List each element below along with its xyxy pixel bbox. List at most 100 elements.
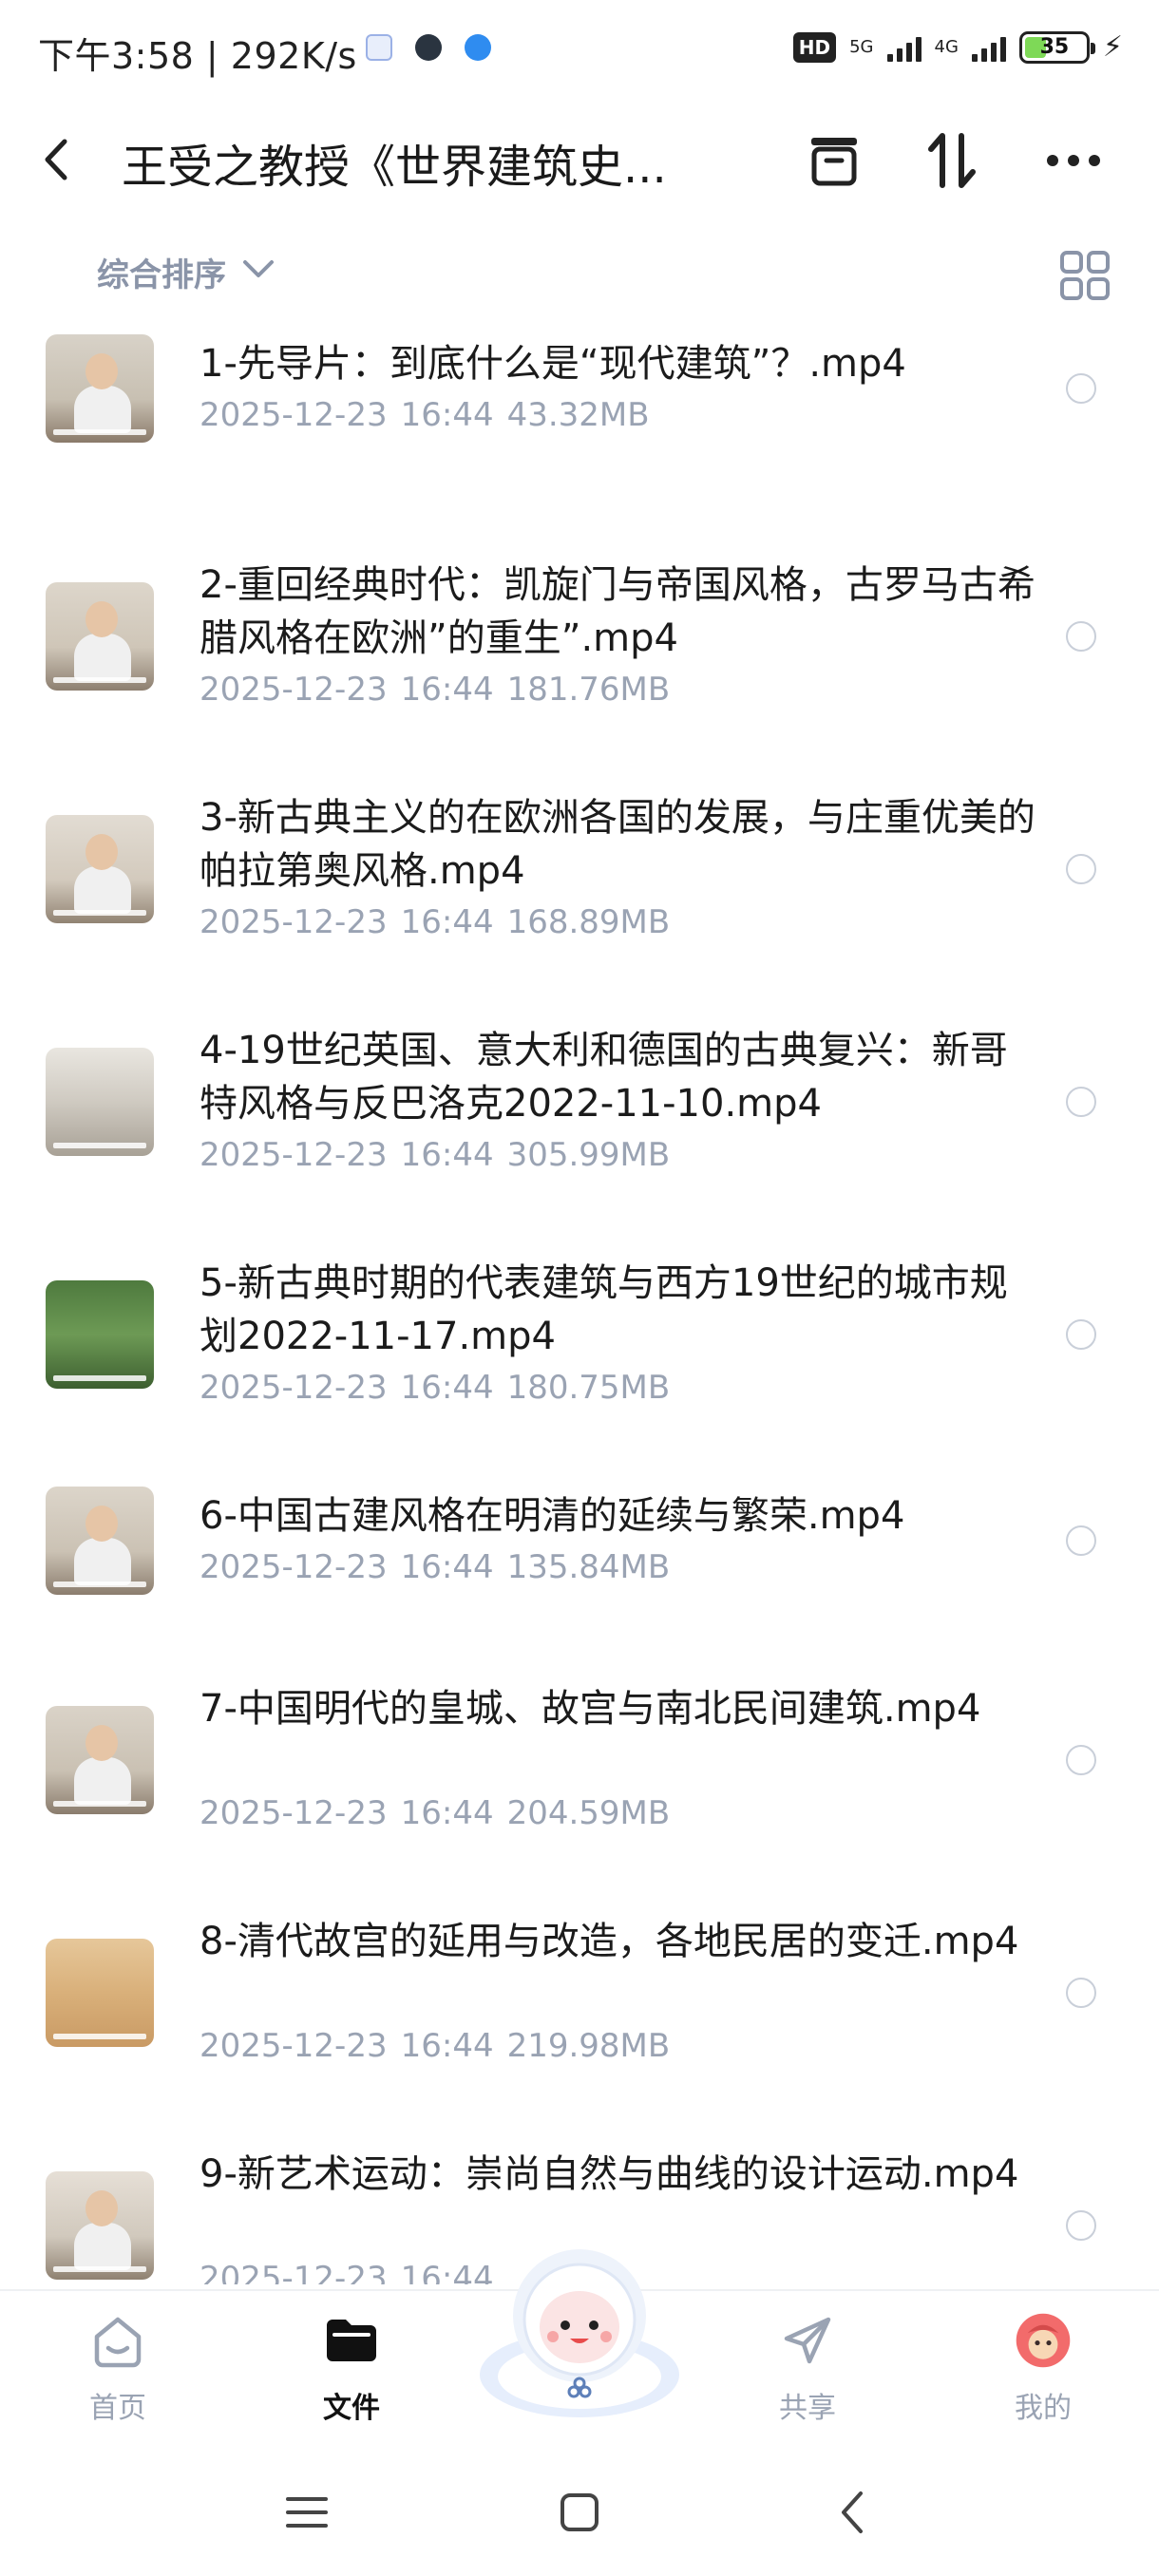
- network-5g-label: 5G: [849, 37, 874, 57]
- file-meta: 2025-12-23 16:44 204.59MB: [200, 1794, 670, 1832]
- video-thumbnail: [46, 815, 154, 923]
- video-thumbnail: [46, 582, 154, 691]
- avatar-icon: [1015, 2312, 1072, 2369]
- file-time: 16:44: [400, 903, 494, 941]
- back-button[interactable]: [38, 122, 95, 198]
- file-size: 180.75MB: [506, 1369, 671, 1407]
- video-thumbnail: [46, 1280, 154, 1389]
- select-radio[interactable]: [1066, 373, 1096, 404]
- notification-app-icon: [366, 34, 392, 61]
- select-radio[interactable]: [1066, 1978, 1096, 2008]
- select-radio[interactable]: [1066, 1319, 1096, 1350]
- file-name: 4-19世纪英国、意大利和德国的古典复兴：新哥特风格与反巴洛克2022-11-1…: [200, 1029, 1008, 1126]
- video-thumbnail: [46, 1706, 154, 1814]
- file-name: 5-新古典时期的代表建筑与西方19世纪的城市规划2022-11-17.mp4: [200, 1261, 1008, 1358]
- back-nav-button[interactable]: [809, 2479, 895, 2546]
- file-list-item[interactable]: 3-新古典主义的在欧洲各国的发展，与庄重优美的帕拉第奥风格.mp4 2025-12…: [0, 772, 1159, 966]
- select-radio[interactable]: [1066, 1745, 1096, 1775]
- status-bar: 下午3:58 | 292K/s HD 5G 4G 35 ⚡: [0, 0, 1159, 104]
- app-screen: 下午3:58 | 292K/s HD 5G 4G 35 ⚡ 王受之教授《世界建筑…: [0, 0, 1159, 2576]
- file-list-item[interactable]: 4-19世纪英国、意大利和德国的古典复兴：新哥特风格与反巴洛克2022-11-1…: [0, 1005, 1159, 1199]
- file-list-item[interactable]: 1-先导片：到底什么是“现代建筑”？.mp4 2025-12-23 16:44 43.…: [0, 318, 1159, 459]
- sort-button[interactable]: [914, 118, 990, 203]
- tab-share-label: 共享: [779, 2392, 836, 2425]
- chevron-left-icon: [45, 139, 67, 180]
- chevron-left-icon: [842, 2491, 863, 2533]
- file-meta: 2025-12-23 16:44 219.98MB: [200, 2027, 670, 2065]
- file-list-item[interactable]: 5-新古典时期的代表建筑与西方19世纪的城市规划2022-11-17.mp4 20…: [0, 1238, 1159, 1431]
- file-size: 181.76MB: [506, 671, 671, 709]
- status-notification-icons: [366, 34, 491, 61]
- mascot-icon: [480, 2249, 679, 2417]
- file-date: 2025-12-23: [200, 1369, 388, 1407]
- file-name: 1-先导片：到底什么是“现代建筑”？.mp4: [200, 342, 906, 386]
- file-date: 2025-12-23: [200, 1136, 388, 1174]
- file-size: 135.84MB: [506, 1548, 671, 1586]
- video-thumbnail: [46, 1939, 154, 2047]
- file-date: 2025-12-23: [200, 903, 388, 941]
- select-radio[interactable]: [1066, 1087, 1096, 1117]
- notification-app-icon: [415, 34, 442, 61]
- square-home-icon: [560, 2493, 598, 2531]
- tab-files[interactable]: 文件: [276, 2291, 428, 2443]
- file-meta: 2025-12-23 16:44: [200, 2260, 507, 2284]
- file-meta: 2025-12-23 16:44 135.84MB: [200, 1548, 670, 1586]
- file-time: 16:44: [400, 1548, 494, 1586]
- tab-profile-label: 我的: [1015, 2392, 1072, 2425]
- notification-app-icon: [465, 34, 491, 61]
- grid-view-icon[interactable]: [1056, 247, 1113, 304]
- file-list-item[interactable]: 8-清代故宫的延用与改造，各地民居的变迁.mp4 2025-12-23 16:44 2…: [0, 1896, 1159, 2090]
- file-list-item[interactable]: 2-重回经典时代：凯旋门与帝国风格，古罗马古希腊风格在欧洲”的重生”.mp4 20…: [0, 540, 1159, 733]
- more-button[interactable]: [1036, 118, 1112, 203]
- archive-icon: [811, 138, 857, 186]
- file-name: 3-新古典主义的在欧洲各国的发展，与庄重优美的帕拉第奥风格.mp4: [200, 796, 1036, 893]
- menu-icon: [286, 2497, 328, 2528]
- video-thumbnail: [46, 1048, 154, 1156]
- file-list-item[interactable]: 7-中国明代的皇城、故宫与南北民间建筑.mp4 2025-12-23 16:44 20…: [0, 1663, 1159, 1857]
- file-meta: 2025-12-23 16:44 180.75MB: [200, 1369, 670, 1407]
- tab-profile[interactable]: 我的: [967, 2291, 1119, 2443]
- file-size: 305.99MB: [506, 1136, 671, 1174]
- file-date: 2025-12-23: [200, 1548, 388, 1586]
- file-list-item[interactable]: 6-中国古建风格在明清的延续与繁荣.mp4 2025-12-23 16:44 135.…: [0, 1470, 1159, 1611]
- mascot-assistant-button[interactable]: [475, 2232, 684, 2422]
- battery-icon: 35: [1018, 30, 1095, 64]
- select-radio[interactable]: [1066, 621, 1096, 652]
- file-list: 1-先导片：到底什么是“现代建筑”？.mp4 2025-12-23 16:44 43.…: [0, 318, 1159, 2284]
- select-radio[interactable]: [1066, 1525, 1096, 1556]
- file-time: 16:44: [400, 396, 494, 434]
- file-time: 16:44: [400, 671, 494, 709]
- video-thumbnail: [46, 2171, 154, 2280]
- tab-home[interactable]: 首页: [42, 2291, 194, 2443]
- hd-badge: HD: [792, 31, 837, 63]
- file-name: 8-清代故宫的延用与改造，各地民居的变迁.mp4: [200, 1920, 1019, 1963]
- file-meta: 2025-12-23 16:44 168.89MB: [200, 903, 670, 941]
- tab-home-label: 首页: [89, 2392, 146, 2425]
- chevron-down-icon[interactable]: [241, 256, 276, 281]
- signal-icon: [971, 33, 1006, 62]
- file-name: 7-中国明代的皇城、故宫与南北民间建筑.mp4: [200, 1687, 981, 1731]
- file-date: 2025-12-23: [200, 2027, 388, 2065]
- tab-share[interactable]: 共享: [732, 2291, 884, 2443]
- home-button[interactable]: [537, 2479, 622, 2546]
- sort-dropdown[interactable]: 综合排序: [97, 249, 226, 295]
- recent-apps-button[interactable]: [264, 2479, 350, 2546]
- file-date: 2025-12-23: [200, 2260, 388, 2284]
- file-time: 16:44: [400, 1794, 494, 1832]
- sort-arrows-icon: [928, 133, 976, 188]
- file-meta: 2025-12-23 16:44 43.32MB: [200, 396, 650, 434]
- file-size: 219.98MB: [506, 2027, 671, 2065]
- file-time: 16:44: [400, 2027, 494, 2065]
- status-time: 下午3:58 | 292K/s: [38, 35, 357, 77]
- folder-icon: [323, 2312, 380, 2369]
- archive-button[interactable]: [796, 118, 872, 203]
- sort-toolbar: 综合排序: [0, 228, 1159, 313]
- video-thumbnail: [46, 334, 154, 443]
- file-name: 2-重回经典时代：凯旋门与帝国风格，古罗马古希腊风格在欧洲”的重生”.mp4: [200, 563, 1036, 660]
- select-radio[interactable]: [1066, 2210, 1096, 2241]
- select-radio[interactable]: [1066, 854, 1096, 884]
- file-meta: 2025-12-23 16:44 305.99MB: [200, 1136, 670, 1174]
- signal-icon: [886, 33, 922, 62]
- home-icon: [89, 2312, 146, 2369]
- charging-icon: ⚡: [1102, 30, 1123, 64]
